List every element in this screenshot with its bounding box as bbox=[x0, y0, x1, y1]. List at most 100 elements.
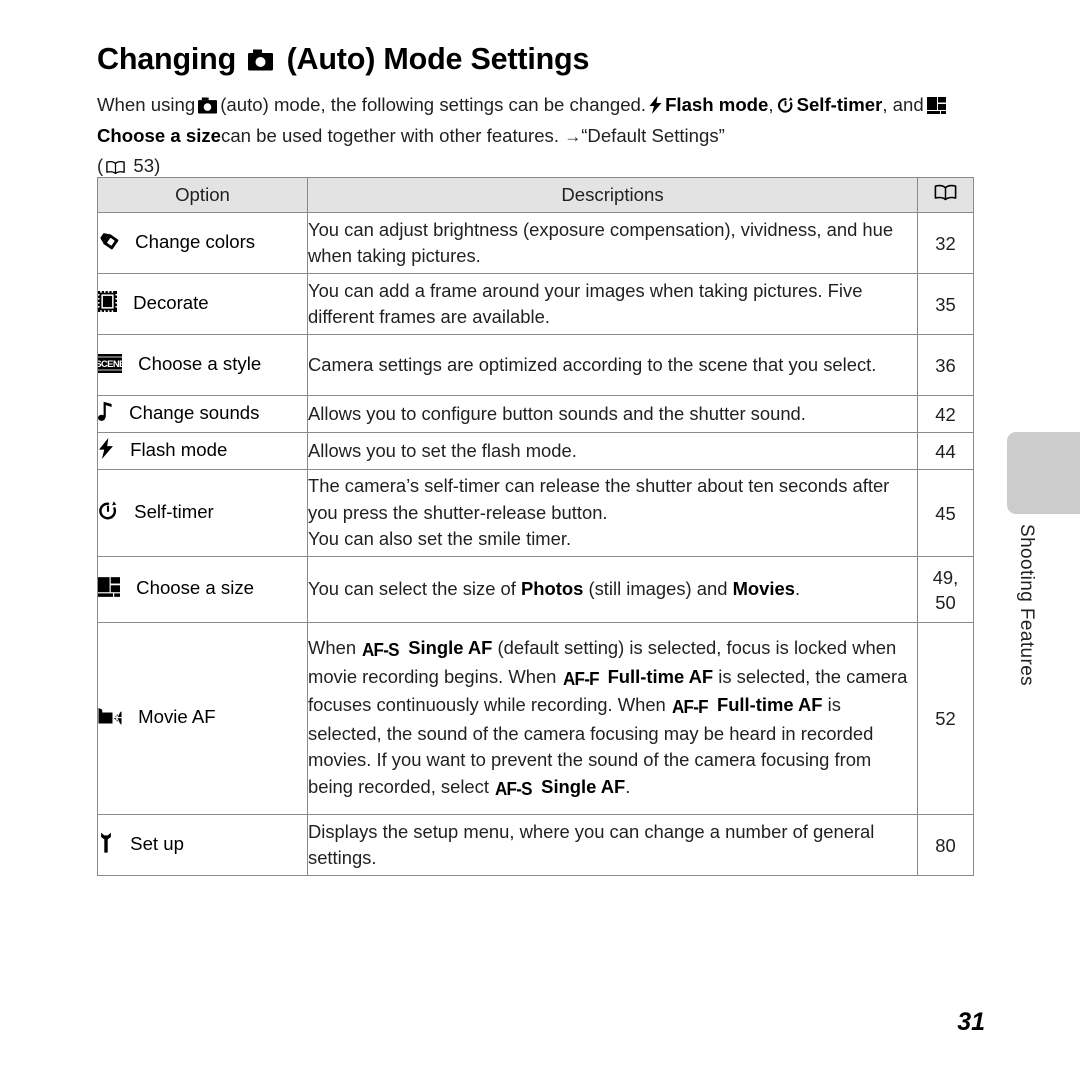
description-seg-5: . bbox=[625, 775, 631, 797]
table-row: SCENE Choose a style Camera settings are… bbox=[97, 334, 974, 396]
table-row: Flash mode Allows you to set the flash m… bbox=[97, 432, 974, 470]
description-cell: When AF-S Single AF (default setting) is… bbox=[307, 622, 918, 815]
option-label: Change colors bbox=[135, 230, 256, 252]
self-timer-icon bbox=[777, 96, 794, 118]
description-cell: You can adjust brightness (exposure comp… bbox=[307, 212, 918, 274]
music-note-icon bbox=[98, 401, 118, 426]
page-reference-cell: 80 bbox=[917, 814, 974, 876]
svg-text:SCENE: SCENE bbox=[98, 358, 122, 369]
image-size-icon bbox=[926, 96, 946, 118]
page-reference-cell: 49, 50 bbox=[917, 556, 974, 623]
table-row: Change sounds Allows you to configure bu… bbox=[97, 395, 974, 433]
intro-seg-4: can be used together with other features… bbox=[221, 125, 560, 147]
description-bold-photos: Photos bbox=[521, 578, 584, 600]
page-reference-cell: 36 bbox=[917, 334, 974, 396]
intro-ref-page: 53 bbox=[133, 154, 155, 176]
option-label: Choose a size bbox=[136, 577, 254, 598]
table-row: Change colors You can adjust brightness … bbox=[97, 212, 974, 274]
option-label: Flash mode bbox=[130, 439, 228, 460]
column-header-page-reference bbox=[917, 177, 974, 213]
description-seg-2: (still images) and bbox=[588, 578, 728, 600]
wrench-icon bbox=[98, 832, 119, 857]
af-s-glyph-icon: AF-S bbox=[495, 777, 533, 799]
description-cell: Allows you to configure button sounds an… bbox=[307, 395, 918, 433]
page-title-before: Changing bbox=[97, 42, 237, 77]
option-label: Decorate bbox=[133, 292, 209, 313]
page-title-after: (Auto) Mode Settings bbox=[286, 42, 590, 77]
camera-auto-icon bbox=[198, 97, 218, 118]
option-cell-change-colors: Change colors bbox=[97, 212, 308, 274]
page-reference-cell: 44 bbox=[917, 432, 974, 470]
intro-ref-close: ) bbox=[154, 154, 161, 176]
marker-pen-icon bbox=[98, 232, 124, 255]
description-cell: You can select the size of Photos (still… bbox=[307, 556, 918, 623]
page-reference-cell: 35 bbox=[917, 273, 974, 335]
table-row: Movie AF When AF-S Single AF (default se… bbox=[97, 622, 974, 815]
table-row: Choose a size You can select the size of… bbox=[97, 556, 974, 623]
intro-comma-1: , bbox=[768, 93, 774, 115]
column-header-option: Option bbox=[97, 177, 308, 213]
description-cell: Displays the setup menu, where you can c… bbox=[307, 814, 918, 876]
option-label: Set up bbox=[130, 833, 184, 854]
page-reference-cell: 52 bbox=[917, 622, 974, 815]
intro-quote: “Default Settings” bbox=[581, 125, 725, 147]
description-bold-single-af-2: Single AF bbox=[541, 775, 626, 797]
intro-bold-flash-mode: Flash mode bbox=[665, 93, 769, 115]
description-bold-full-time-af-2: Full-time AF bbox=[716, 694, 823, 715]
column-header-descriptions: Descriptions bbox=[307, 177, 918, 213]
option-label: Self-timer bbox=[134, 501, 214, 522]
option-label: Movie AF bbox=[138, 706, 216, 727]
description-cell: Camera settings are optimized according … bbox=[307, 334, 918, 396]
intro-ref-open: ( bbox=[97, 154, 104, 176]
af-f-glyph-icon: AF-F bbox=[562, 667, 600, 689]
page-reference-cell: 42 bbox=[917, 395, 974, 433]
description-seg-1: You can select the size of bbox=[308, 578, 516, 600]
intro-bold-self-timer: Self-timer bbox=[796, 93, 883, 115]
option-cell-flash-mode: Flash mode bbox=[97, 432, 308, 470]
intro-seg-2: (auto) mode, the following settings can … bbox=[220, 93, 647, 115]
movie-camera-icon bbox=[98, 708, 127, 730]
description-line-2: You can also set the smile timer. bbox=[308, 528, 572, 550]
manual-page: Changing (Auto) Mode Settings When using… bbox=[0, 0, 1080, 1080]
description-cell: You can add a frame around your images w… bbox=[307, 273, 918, 335]
chapter-tab-label: Shooting Features bbox=[1016, 524, 1037, 687]
description-seg-3: . bbox=[794, 578, 801, 600]
self-timer-icon bbox=[98, 501, 123, 525]
intro-seg-3: , and bbox=[882, 93, 924, 115]
option-cell-decorate: Decorate bbox=[97, 273, 308, 335]
description-bold-single-af: Single AF bbox=[408, 637, 493, 658]
image-size-icon bbox=[98, 577, 125, 601]
option-cell-choose-a-style: SCENE Choose a style bbox=[97, 334, 308, 396]
settings-table: Option Descriptions Change colors You ca… bbox=[97, 177, 974, 876]
table-row: Set up Displays the setup menu, where yo… bbox=[97, 814, 974, 876]
option-cell-change-sounds: Change sounds bbox=[97, 395, 308, 433]
option-label: Change sounds bbox=[129, 402, 260, 423]
intro-paragraph: When using (auto) mode, the following set… bbox=[97, 91, 983, 184]
page-title: Changing (Auto) Mode Settings bbox=[97, 42, 589, 79]
scene-icon: SCENE bbox=[98, 353, 127, 377]
intro-bold-choose-a-size: Choose a size bbox=[97, 125, 222, 147]
chapter-tab-marker bbox=[1007, 432, 1080, 514]
option-cell-choose-a-size: Choose a size bbox=[97, 556, 308, 623]
arrow-right-icon: → bbox=[564, 127, 582, 147]
page-number: 31 bbox=[957, 1008, 985, 1036]
book-icon bbox=[934, 184, 957, 205]
option-cell-movie-af: Movie AF bbox=[97, 622, 308, 815]
flash-icon bbox=[98, 438, 119, 463]
table-row: Self-timer The camera’s self-timer can r… bbox=[97, 469, 974, 557]
description-bold-movies: Movies bbox=[732, 578, 795, 600]
page-reference-cell: 45 bbox=[917, 469, 974, 557]
page-reference-cell: 32 bbox=[917, 212, 974, 274]
description-seg-1: When bbox=[308, 637, 357, 658]
description-line-1: The camera’s self-timer can release the … bbox=[308, 475, 890, 523]
description-cell: Allows you to set the flash mode. bbox=[307, 432, 918, 470]
option-cell-self-timer: Self-timer bbox=[97, 469, 308, 557]
decorate-frame-icon bbox=[98, 291, 122, 316]
af-f-glyph-icon: AF-F bbox=[671, 696, 709, 717]
intro-seg-1: When using bbox=[97, 93, 196, 115]
af-s-glyph-icon: AF-S bbox=[362, 639, 400, 660]
description-bold-full-time-af: Full-time AF bbox=[607, 665, 714, 687]
camera-auto-icon bbox=[240, 44, 282, 78]
book-icon bbox=[106, 158, 125, 179]
description-cell: The camera’s self-timer can release the … bbox=[307, 469, 918, 557]
